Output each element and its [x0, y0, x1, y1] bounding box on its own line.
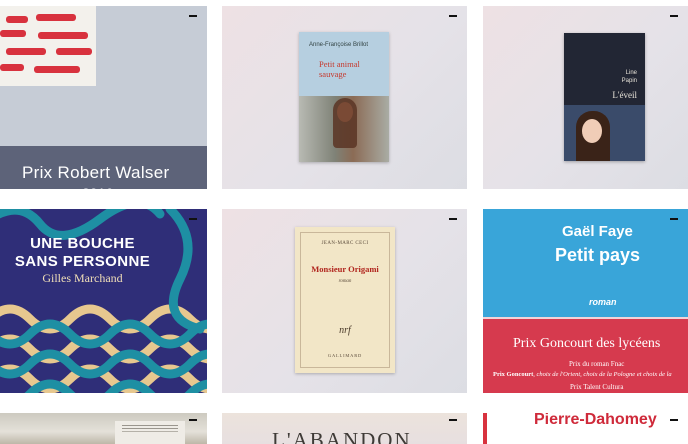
minus-icon[interactable]: [449, 15, 457, 17]
brush-stroke: [6, 16, 28, 23]
minus-icon[interactable]: [449, 419, 457, 421]
book-title: Pierre-Dahomey: [534, 413, 657, 428]
minus-icon[interactable]: [670, 419, 678, 421]
book-tile-leveil[interactable]: Line Papin L'éveil: [483, 6, 688, 189]
brush-stroke: [56, 48, 92, 55]
book-tile-monsieur-origami[interactable]: JEAN-MARC CECI Monsieur Origami roman nr…: [222, 209, 467, 393]
book-cover: JEAN-MARC CECI Monsieur Origami roman nr…: [295, 227, 395, 373]
publisher-logo: nrf: [339, 325, 351, 336]
book-title: Petit pays: [555, 245, 641, 265]
brush-stroke: [0, 64, 24, 71]
minus-icon[interactable]: [670, 218, 678, 220]
book-tile-pierre-dahomey[interactable]: Pierre-Dahomey: [483, 413, 688, 444]
book-author: Gilles Marchand: [42, 271, 123, 285]
photo-tile-ceremony[interactable]: [0, 413, 207, 444]
prize-line: Prix Talent Cultura: [570, 383, 624, 391]
minus-icon[interactable]: [670, 15, 678, 17]
book-tile-petit-animal-sauvage[interactable]: Anne-Françoise Brillot Petit animal sauv…: [222, 6, 467, 189]
book-cover: Anne-Françoise Brillot Petit animal sauv…: [299, 32, 389, 162]
book-title: L'ABANDON: [272, 428, 412, 444]
book-title: UNE BOUCHE SANS PERSONNE: [14, 235, 151, 270]
minus-icon[interactable]: [189, 419, 197, 421]
prize-band: [483, 317, 688, 393]
prize-main: Prix Goncourt des lycéens: [513, 336, 661, 351]
book-title: Petit animal sauvage: [319, 59, 360, 79]
cover-artwork: [0, 6, 96, 86]
brush-stroke: [34, 66, 80, 73]
prize-title: Prix Robert Walser: [22, 163, 170, 182]
prize-line: Prix Goncourt, choix de l'Orient, choix …: [493, 371, 672, 378]
book-tile-labandon[interactable]: L'ABANDON: [222, 413, 467, 444]
minus-icon[interactable]: [189, 15, 197, 17]
cover-photo: [299, 96, 389, 162]
book-author: Gaël Faye: [562, 223, 633, 240]
cover-header: Anne-Françoise Brillot Petit animal sauv…: [299, 32, 389, 96]
book-author: Anne-Françoise Brillot: [309, 42, 369, 48]
brush-stroke: [36, 14, 76, 21]
prize-line: Prix du roman Fnac: [569, 360, 625, 368]
book-author: JEAN-MARC CECI: [321, 241, 369, 246]
book-genre: roman: [338, 279, 352, 284]
brush-stroke: [38, 32, 88, 39]
book-title: Monsieur Origami: [311, 264, 379, 274]
book-cover: Line Papin L'éveil: [564, 33, 645, 161]
book-title: L'éveil: [612, 90, 637, 100]
brush-stroke: [0, 30, 26, 37]
book-tile-petit-pays[interactable]: Gaël Faye Petit pays roman Prix Goncourt…: [483, 209, 688, 393]
minus-icon[interactable]: [449, 218, 457, 220]
book-tile-prix-robert-walser[interactable]: Prix Robert Walser 2016: [0, 6, 207, 189]
book-tile-une-bouche-sans-personne[interactable]: UNE BOUCHE SANS PERSONNE Gilles Marchand: [0, 209, 207, 393]
publisher-name: GALLIMARD: [327, 353, 363, 358]
book-author: Line Papin: [621, 70, 637, 84]
minus-icon[interactable]: [189, 218, 197, 220]
book-genre: roman: [589, 297, 617, 307]
brush-stroke: [6, 48, 46, 55]
prize-year: 2016: [82, 185, 113, 189]
cover-illustration: [564, 105, 645, 161]
